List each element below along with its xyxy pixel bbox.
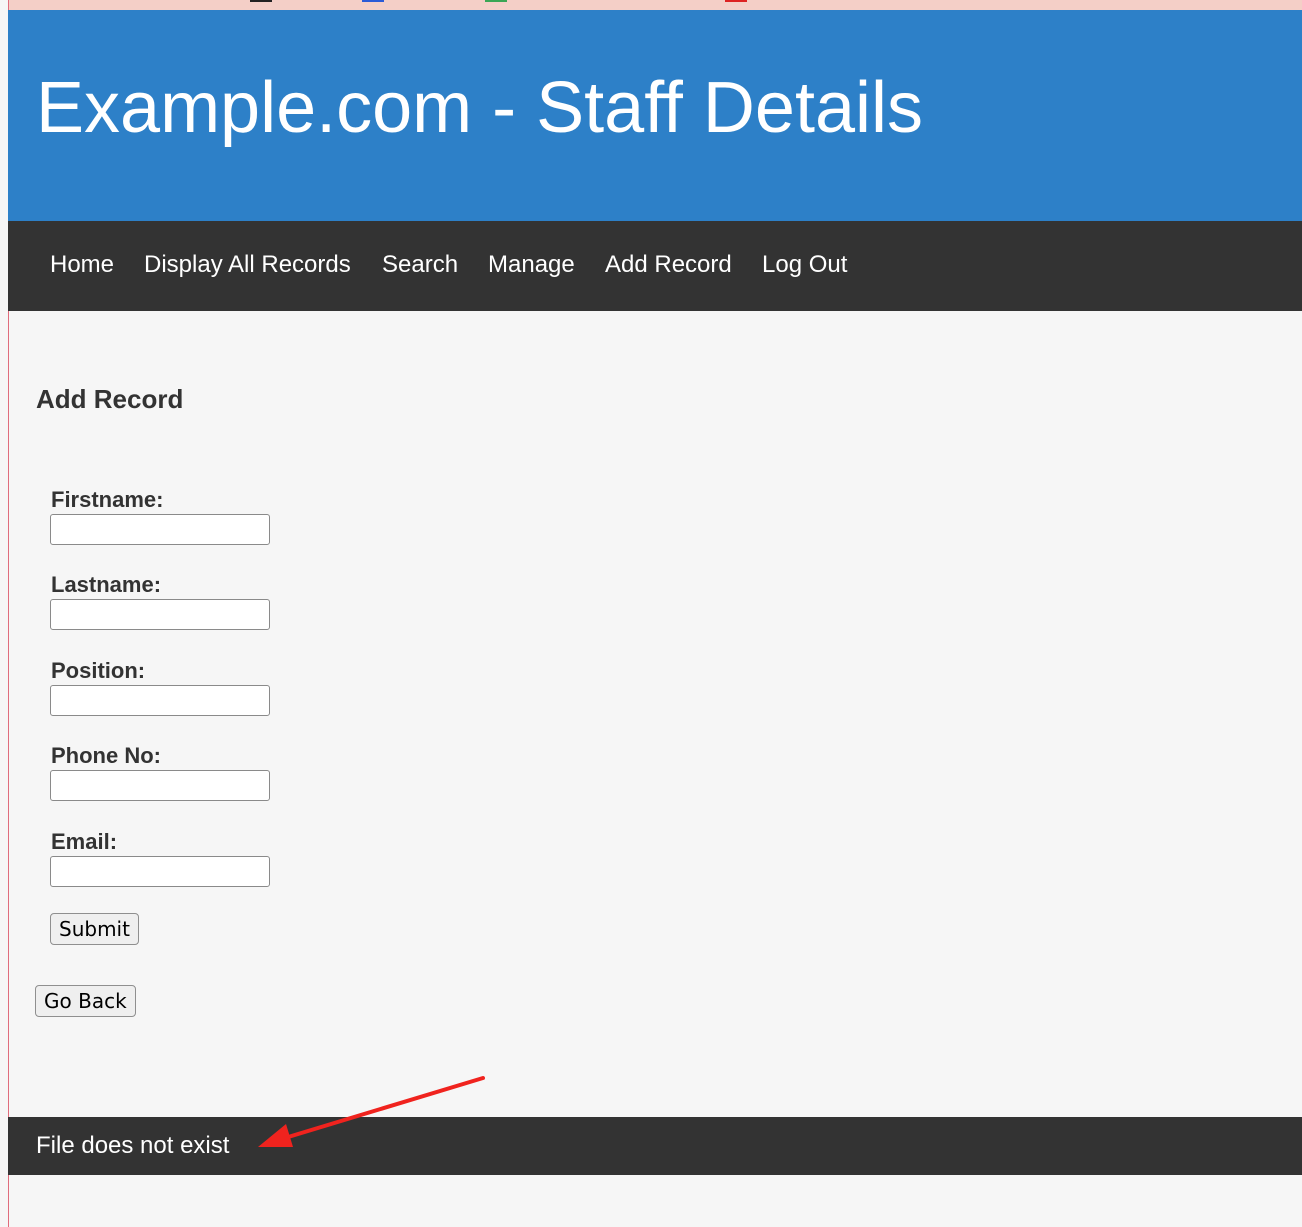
browser-top-strip [0,0,1302,10]
nav-log-out-link[interactable]: Log Out [762,253,847,277]
firstname-label: Firstname: [51,487,164,512]
lastname-input[interactable] [50,599,270,630]
nav-display-all-records-link[interactable]: Display All Records [144,253,351,277]
main-nav: Home Display All Records Search Manage A… [8,221,1302,311]
page-title: Add Record [36,384,184,414]
nav-add-record-link[interactable]: Add Record [605,253,732,277]
lastname-label: Lastname: [51,572,162,597]
submit-button[interactable]: Submit [50,913,139,945]
site-header: Example.com - Staff Details [8,10,1302,221]
position-label: Position: [51,658,146,683]
firstname-input[interactable] [50,514,270,545]
email-input[interactable] [50,856,270,887]
nav-home-link[interactable]: Home [50,253,114,277]
go-back-button[interactable]: Go Back [35,985,136,1017]
phone-no-label: Phone No: [51,743,161,768]
phone-no-input[interactable] [50,770,270,801]
email-label: Email: [51,829,118,854]
site-title: Example.com - Staff Details [36,68,923,148]
nav-manage-link[interactable]: Manage [488,253,575,277]
site-footer: File does not exist [8,1117,1302,1175]
position-input[interactable] [50,685,270,716]
nav-search-link[interactable]: Search [382,253,458,277]
footer-message: File does not exist [36,1132,230,1159]
